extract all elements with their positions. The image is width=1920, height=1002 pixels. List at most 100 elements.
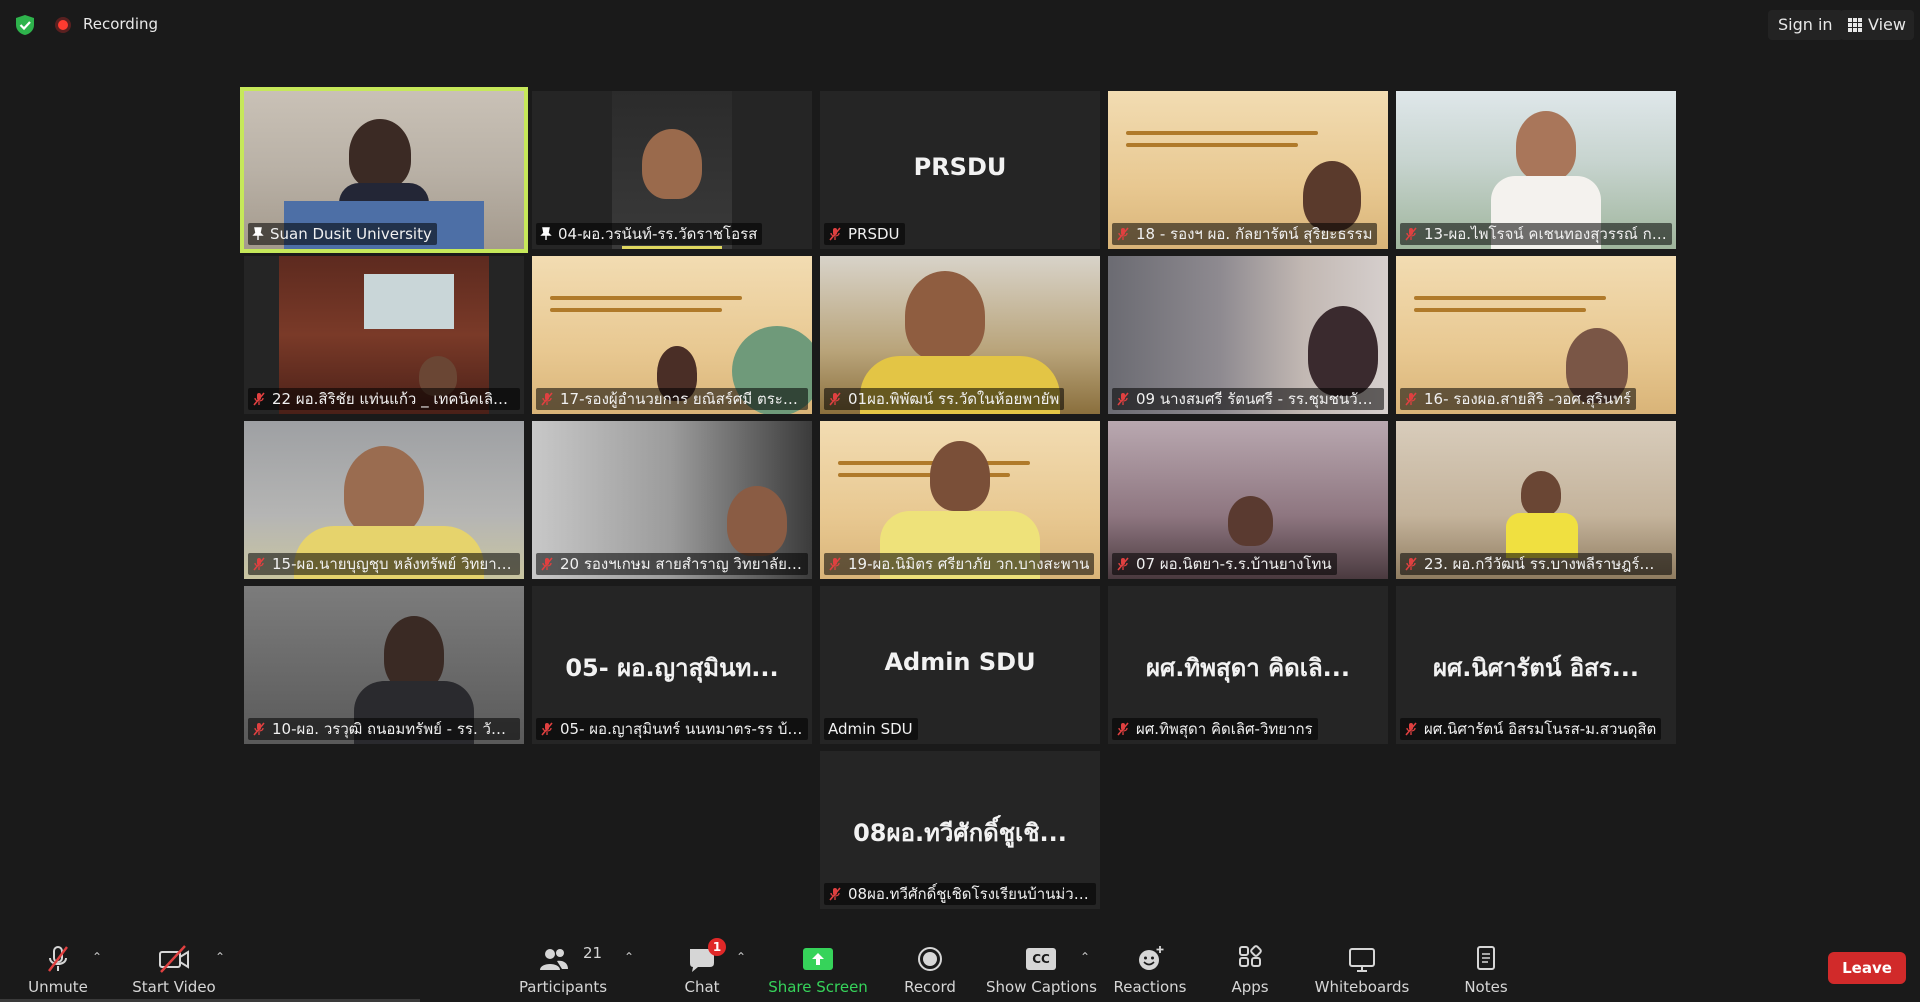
participant-name-tag: Suan Dusit University (248, 223, 437, 245)
participant-display-name: ผศ.นิศารัตน์ อิสร... (1432, 654, 1640, 682)
notes-icon (1477, 946, 1495, 970)
participants-count: 21 (583, 944, 603, 962)
audio-options-caret-icon[interactable]: ⌃ (92, 950, 102, 964)
participant-display-name: 08ผอ.ทวีศักดิ์ชูเชิ... (853, 819, 1067, 847)
view-button[interactable]: View (1840, 10, 1914, 40)
participant-name-tag: PRSDU (824, 223, 905, 245)
video-tile[interactable]: 19-ผอ.นิมิตร ศรียาภัย วก.บางสะพาน (820, 421, 1100, 579)
whiteboard-icon (1349, 948, 1375, 972)
video-tile[interactable]: Admin SDU Admin SDU (820, 586, 1100, 744)
video-tile[interactable]: 16- รองผอ.สายสิริ -วอศ.สุรินทร์ (1396, 256, 1676, 414)
participants-button[interactable]: 21 Participants (518, 934, 608, 1002)
muted-mic-icon (829, 887, 841, 901)
participant-name-tag: 10-ผอ. วรวุฒิ ถนอมทรัพย์ - รร. วัดเกาะ..… (248, 718, 520, 740)
participant-video (905, 271, 985, 361)
participant-video (344, 446, 424, 536)
muted-mic-icon (541, 557, 553, 571)
video-tile[interactable]: 04-ผอ.วรนันท์-รร.วัดราชโอรส (532, 91, 812, 249)
show-captions-button[interactable]: CC Show Captions (986, 934, 1097, 1002)
meeting-controls-toolbar: Unmute ⌃ Start Video ⌃ 21 Participants ⌃… (0, 934, 1920, 1002)
sign-in-button[interactable]: Sign in (1768, 10, 1843, 40)
start-video-button[interactable]: Start Video (128, 934, 220, 1002)
muted-mic-icon (1405, 557, 1417, 571)
leave-meeting-button[interactable]: Leave (1828, 952, 1906, 984)
participant-video (1228, 496, 1273, 546)
video-tile[interactable]: 07 ผอ.นิตยา-ร.ร.บ้านยางโทน (1108, 421, 1388, 579)
video-tile[interactable]: 01ผอ.พิพัฒน์ รร.วัดในห้อยพายัพ (820, 256, 1100, 414)
participant-name-tag: 09 นางสมศรี รัตนศรี - รร.ชุมชนวัดจงโค... (1112, 388, 1384, 410)
participant-name-tag: 04-ผอ.วรนันท์-รร.วัดราชโอรส (536, 223, 763, 245)
whiteboards-button[interactable]: Whiteboards (1312, 934, 1412, 1002)
video-tile[interactable]: 13-ผอ.ไพโรจน์ คเชนทองสุวรรณ์ กศน.อ... (1396, 91, 1676, 249)
muted-mic-icon (1405, 227, 1417, 241)
participant-name-tag: Admin SDU (824, 718, 918, 740)
participant-name-tag: 05- ผอ.ญาสุมินทร์ นนทมาตร-รร บ้านด... (536, 718, 808, 740)
pin-icon (252, 227, 264, 240)
muted-mic-icon (1117, 227, 1129, 241)
muted-mic-icon (1405, 392, 1417, 406)
grid-view-icon (1848, 18, 1862, 32)
video-tile[interactable]: 09 นางสมศรี รัตนศรี - รร.ชุมชนวัดจงโค... (1108, 256, 1388, 414)
apps-button[interactable]: Apps (1210, 934, 1290, 1002)
muted-mic-icon (1117, 392, 1129, 406)
captions-options-caret-icon[interactable]: ⌃ (1080, 950, 1090, 964)
chat-button[interactable]: 1 Chat (662, 934, 742, 1002)
video-tile[interactable]: PRSDU PRSDU (820, 91, 1100, 249)
participants-icon (540, 949, 568, 970)
speaking-indicator (622, 246, 722, 249)
pin-icon (540, 227, 552, 240)
participants-options-caret-icon[interactable]: ⌃ (624, 950, 634, 964)
muted-mic-icon (253, 557, 265, 571)
participant-video (349, 119, 411, 189)
participant-name-tag: ผศ.นิศารัตน์ อิสรมโนรส-ม.สวนดุสิต (1400, 718, 1662, 740)
muted-mic-icon (541, 722, 553, 736)
unmute-button[interactable]: Unmute (18, 934, 98, 1002)
participant-display-name: Admin SDU (884, 648, 1036, 676)
participant-name-tag: 23. ผอ.กวีวัฒน์ รร.บางพลีราษฎร์บำรุง (1400, 553, 1672, 575)
participant-name-tag: 01ผอ.พิพัฒน์ รร.วัดในห้อยพายัพ (824, 388, 1065, 410)
video-tile[interactable]: 17-รองผู้อำนวยการ ยณิสร์ศมี ตระกูลพ์... (532, 256, 812, 414)
security-shield-icon[interactable] (14, 14, 36, 36)
muted-mic-icon (253, 392, 265, 406)
video-tile[interactable]: ผศ.ทิพสุดา คิดเลิ... ผศ.ทิพสุดา คิดเลิศ-… (1108, 586, 1388, 744)
participant-video (1303, 161, 1361, 231)
video-tile-active-speaker[interactable]: Suan Dusit University (240, 87, 528, 253)
muted-mic-icon (829, 227, 841, 241)
participant-name-tag: 22 ผอ.สิริชัย แท่นแก้ว _ เทคนิคเลิงนกทา (248, 388, 520, 410)
notes-button[interactable]: Notes (1446, 934, 1526, 1002)
participant-name-tag: 18 - รองฯ ผอ. กัลยารัตน์ สุริยะธรรม (1112, 223, 1378, 245)
reactions-button[interactable]: Reactions (1110, 934, 1190, 1002)
meeting-top-bar: Recording Sign in View (0, 0, 1920, 50)
video-tile[interactable]: 18 - รองฯ ผอ. กัลยารัตน์ สุริยะธรรม (1108, 91, 1388, 249)
video-tile[interactable]: 22 ผอ.สิริชัย แท่นแก้ว _ เทคนิคเลิงนกทา (244, 256, 524, 414)
video-options-caret-icon[interactable]: ⌃ (215, 950, 225, 964)
video-tile[interactable]: 08ผอ.ทวีศักดิ์ชูเชิ... 08ผอ.ทวีศักดิ์ชูเ… (820, 751, 1100, 909)
recording-dot-icon (55, 17, 71, 33)
muted-mic-icon (829, 392, 841, 406)
participant-video (1308, 306, 1378, 396)
participant-video (384, 616, 444, 691)
muted-mic-icon (829, 557, 841, 571)
chat-options-caret-icon[interactable]: ⌃ (736, 950, 746, 964)
closed-captions-icon: CC (1026, 948, 1056, 970)
apps-icon (1239, 945, 1262, 967)
participant-name-tag: 17-รองผู้อำนวยการ ยณิสร์ศมี ตระกูลพ์... (536, 388, 808, 410)
participant-name-tag: 13-ผอ.ไพโรจน์ คเชนทองสุวรรณ์ กศน.อ... (1400, 223, 1672, 245)
video-tile[interactable]: 23. ผอ.กวีวัฒน์ รร.บางพลีราษฎร์บำรุง (1396, 421, 1676, 579)
microphone-muted-icon (48, 946, 68, 972)
participant-name-tag: 16- รองผอ.สายสิริ -วอศ.สุรินทร์ (1400, 388, 1637, 410)
view-label: View (1868, 15, 1906, 34)
share-screen-button[interactable]: Share Screen (768, 934, 868, 1002)
record-icon (918, 947, 942, 971)
video-tile[interactable]: 15-ผอ.นายบุญชุบ หลังทรัพย์ วิทยาลัยอ... (244, 421, 524, 579)
participant-name-tag: ผศ.ทิพสุดา คิดเลิศ-วิทยากร (1112, 718, 1318, 740)
video-tile[interactable]: 20 รองฯเกษม สายสำราญ วิทยาลัยการ... (532, 421, 812, 579)
record-button[interactable]: Record (890, 934, 970, 1002)
video-tile[interactable]: 10-ผอ. วรวุฒิ ถนอมทรัพย์ - รร. วัดเกาะ..… (244, 586, 524, 744)
video-camera-off-icon (159, 945, 189, 973)
video-tile[interactable]: 05- ผอ.ญาสุมินท... 05- ผอ.ญาสุมินทร์ นนท… (532, 586, 812, 744)
muted-mic-icon (1405, 722, 1417, 736)
video-tile[interactable]: ผศ.นิศารัตน์ อิสร... ผศ.นิศารัตน์ อิสรมโ… (1396, 586, 1676, 744)
participant-video (1521, 471, 1561, 516)
muted-mic-icon (1117, 557, 1129, 571)
